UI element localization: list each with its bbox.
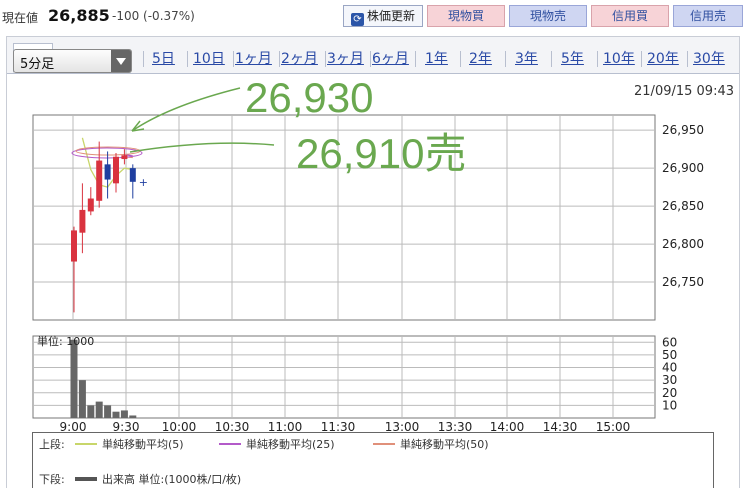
candle-body: [121, 155, 128, 160]
price-y-axis: 26,950 26,900 26,850 26,800 26,750: [662, 123, 704, 289]
legend-ma5-label: 単純移動平均(5): [102, 438, 184, 451]
volume-bar: [95, 401, 103, 418]
annotation-price-b: 26,910売: [296, 130, 466, 177]
chart-legend: 上段: 単純移動平均(5) 単純移動平均(25) 単純移動平均(50) 下段: …: [32, 432, 714, 488]
price-tick-label: 26,950: [662, 123, 704, 137]
legend-swatch-volume: [75, 477, 97, 481]
price-tick-label: 26,900: [662, 161, 704, 175]
volume-bar: [70, 339, 78, 418]
current-price-marker: +: [139, 176, 148, 189]
volume-bar: [104, 405, 112, 418]
legend-item-volume: 出来高 単位:(1000株/口/枚): [75, 471, 241, 487]
legend-swatch-ma5: [75, 443, 97, 445]
volume-bar: [87, 405, 95, 418]
volume-grid: [32, 335, 656, 419]
volume-tick-label: 10: [662, 398, 677, 412]
legend-ma50-label: 単純移動平均(50): [400, 438, 489, 451]
volume-unit-label: 単位: 1000: [37, 334, 94, 348]
volume-y-axis: 605040302010: [662, 335, 677, 412]
volume-bar: [78, 380, 86, 418]
legend-volume-label: 出来高 単位:(1000株/口/枚): [102, 473, 242, 486]
legend-swatch-ma25: [219, 443, 241, 445]
volume-bar: [112, 411, 120, 418]
candle-body: [113, 156, 119, 184]
volume-bar: [129, 415, 137, 418]
volume-bar: [120, 410, 128, 418]
annotation-price-a: 26,930: [245, 74, 373, 121]
legend-upper-label: 上段:: [39, 438, 65, 451]
candle-body: [87, 198, 94, 212]
legend-swatch-ma50: [373, 443, 395, 445]
candle-body: [104, 164, 111, 180]
legend-lower-label: 下段:: [39, 473, 65, 486]
candle-body: [71, 230, 77, 262]
price-tick-label: 26,800: [662, 237, 704, 251]
legend-ma25-label: 単純移動平均(25): [246, 438, 335, 451]
candle-body: [129, 168, 136, 182]
legend-item-ma50: 単純移動平均(50): [373, 436, 489, 452]
price-tick-label: 26,750: [662, 275, 704, 289]
stock-chart: 26,950 26,900 26,850 26,800 26,750 + 6050403…: [32, 74, 704, 434]
legend-item-ma25: 単純移動平均(25): [219, 436, 335, 452]
legend-item-ma5: 単純移動平均(5): [75, 436, 184, 452]
candle-body: [79, 209, 86, 233]
price-tick-label: 26,850: [662, 199, 704, 213]
candle-body: [96, 160, 103, 201]
